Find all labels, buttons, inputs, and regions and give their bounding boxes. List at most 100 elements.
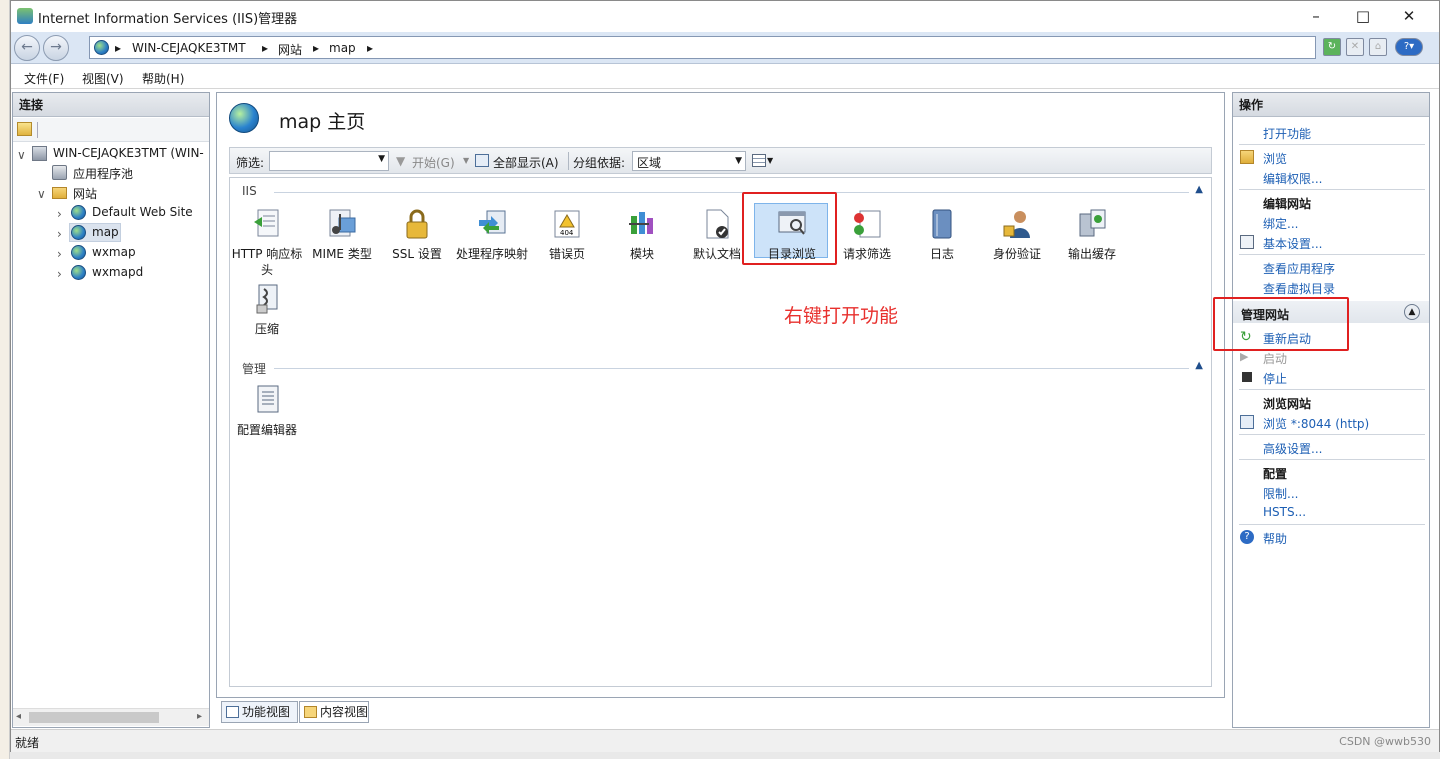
dropdown-arrow-icon[interactable]: ▼ xyxy=(735,156,742,166)
feature-handler-mappings[interactable]: 处理程序映射 xyxy=(455,208,529,262)
horizontal-scrollbar[interactable]: ◂ ▸ xyxy=(13,708,209,726)
breadcrumb-map[interactable]: map xyxy=(329,41,356,55)
collapse-section-icon[interactable]: ▲ xyxy=(1195,184,1203,195)
collapse-circle-icon[interactable]: ▲ xyxy=(1404,304,1420,320)
address-bar[interactable]: ▸ WIN-CEJAQKE3TMT ▸ 网站 ▸ map ▸ xyxy=(89,36,1316,59)
refresh-icon[interactable]: ↻ xyxy=(1323,38,1341,56)
expand-chevron-icon[interactable]: › xyxy=(57,267,62,281)
menu-view[interactable]: 视图(V) xyxy=(82,70,124,87)
filter-toolbar: 筛选: ▼ ▼ 开始(G) ▼ 全部显示(A) 分组依据: 区域 ▼ ▼ xyxy=(229,147,1212,174)
close-button[interactable]: ✕ xyxy=(1386,1,1432,32)
globe-icon xyxy=(94,40,109,55)
scroll-left-arrow-icon[interactable]: ◂ xyxy=(16,711,21,722)
breadcrumb-sites[interactable]: 网站 xyxy=(278,41,302,58)
back-button[interactable]: ← xyxy=(14,35,40,61)
globe-icon xyxy=(71,225,86,240)
feature-configuration-editor[interactable]: 配置编辑器 xyxy=(230,384,304,438)
feature-authentication[interactable]: 身份验证 xyxy=(980,208,1054,262)
tree-sites[interactable]: 网站 xyxy=(73,185,97,202)
mime-types-icon xyxy=(327,208,357,240)
menu-help[interactable]: 帮助(H) xyxy=(142,70,184,87)
action-stop[interactable]: 停止 xyxy=(1263,370,1287,387)
section-iis: IIS xyxy=(242,184,257,198)
maximize-button[interactable]: □ xyxy=(1340,1,1386,32)
action-view-virtual-dirs[interactable]: 查看虚拟目录 xyxy=(1263,280,1335,297)
menu-file[interactable]: 文件(F) xyxy=(24,70,64,87)
scroll-thumb[interactable] xyxy=(29,712,159,723)
collapse-section-icon[interactable]: ▲ xyxy=(1195,360,1203,371)
action-limits[interactable]: 限制... xyxy=(1263,485,1298,502)
feature-compression[interactable]: 压缩 xyxy=(230,283,304,337)
feature-output-caching[interactable]: 输出缓存 xyxy=(1055,208,1129,262)
action-advanced-settings[interactable]: 高级设置... xyxy=(1263,440,1322,457)
manage-site-highlight-box xyxy=(1213,297,1349,351)
dropdown-arrow-icon[interactable]: ▼ xyxy=(767,156,773,165)
tree-site-wxmap[interactable]: wxmap xyxy=(92,245,136,259)
filter-input[interactable]: ▼ xyxy=(269,151,389,171)
feature-modules[interactable]: 模块 xyxy=(605,208,679,262)
modules-icon xyxy=(627,208,657,240)
action-bindings[interactable]: 绑定... xyxy=(1263,215,1298,232)
scroll-right-arrow-icon[interactable]: ▸ xyxy=(197,711,202,722)
action-browse[interactable]: 浏览 xyxy=(1263,150,1287,167)
toolbar-divider xyxy=(568,152,569,170)
address-row: ← → ▸ WIN-CEJAQKE3TMT ▸ 网站 ▸ map ▸ ↻ ✕ ⌂… xyxy=(11,32,1439,64)
connections-toolbar xyxy=(13,118,209,142)
default-document-icon xyxy=(702,208,732,240)
request-filtering-icon xyxy=(852,208,882,240)
home-icon[interactable]: ⌂ xyxy=(1369,38,1387,56)
show-all-button[interactable]: 全部显示(A) xyxy=(493,154,559,171)
collapse-chevron-icon[interactable]: ∨ xyxy=(37,187,46,201)
play-icon: ▶ xyxy=(1240,350,1249,363)
action-help[interactable]: 帮助 xyxy=(1263,530,1287,547)
tree-site-wxmapd[interactable]: wxmapd xyxy=(92,265,143,279)
action-open-feature[interactable]: 打开功能 xyxy=(1263,125,1311,142)
connect-icon[interactable] xyxy=(17,122,32,136)
help-icon[interactable]: ?▾ xyxy=(1395,38,1423,56)
status-text: 就绪 xyxy=(15,736,40,750)
dropdown-arrow-icon[interactable]: ▼ xyxy=(378,154,385,164)
tree-site-default[interactable]: Default Web Site xyxy=(92,205,193,219)
feature-error-pages[interactable]: 404 错误页 xyxy=(530,208,604,262)
group-by-select[interactable]: 区域 ▼ xyxy=(632,151,746,171)
expand-chevron-icon[interactable]: › xyxy=(57,227,62,241)
dropdown-arrow-icon[interactable]: ▼ xyxy=(463,156,469,165)
iis-app-icon xyxy=(17,8,33,24)
tree-server[interactable]: WIN-CEJAQKE3TMT (WIN- xyxy=(53,146,204,160)
action-view-applications[interactable]: 查看应用程序 xyxy=(1263,260,1335,277)
group-by-value: 区域 xyxy=(637,156,662,170)
expand-chevron-icon[interactable]: › xyxy=(57,207,62,221)
feature-ssl-settings[interactable]: SSL 设置 xyxy=(380,208,454,262)
tab-content-view[interactable]: 内容视图 xyxy=(299,701,369,723)
feature-logging[interactable]: 日志 xyxy=(905,208,979,262)
title-bar: Internet Information Services (IIS)管理器 –… xyxy=(11,1,1439,32)
start-button[interactable]: 开始(G) xyxy=(412,154,455,171)
action-hsts[interactable]: HSTS... xyxy=(1263,505,1306,519)
action-browse-port[interactable]: 浏览 *:8044 (http) xyxy=(1263,415,1369,432)
feature-http-response-headers[interactable]: HTTP 响应标头 xyxy=(230,208,304,278)
actions-divider xyxy=(1239,189,1425,190)
tree-app-pools[interactable]: 应用程序池 xyxy=(73,165,133,182)
content-view-icon xyxy=(304,706,317,718)
actions-divider xyxy=(1239,254,1425,255)
feature-mime-types[interactable]: MIME 类型 xyxy=(305,208,379,262)
minimize-button[interactable]: – xyxy=(1293,1,1339,32)
action-basic-settings[interactable]: 基本设置... xyxy=(1263,235,1322,252)
expand-chevron-icon[interactable]: › xyxy=(57,247,62,261)
section-divider xyxy=(274,192,1189,193)
feature-request-filtering[interactable]: 请求筛选 xyxy=(830,208,904,262)
stop-icon[interactable]: ✕ xyxy=(1346,38,1364,56)
forward-button[interactable]: → xyxy=(43,35,69,61)
authentication-icon xyxy=(1002,208,1032,240)
help-circle-icon: ? xyxy=(1240,530,1254,544)
action-start[interactable]: 启动 xyxy=(1263,350,1287,367)
action-edit-permissions[interactable]: 编辑权限... xyxy=(1263,170,1322,187)
view-tabs: 功能视图 内容视图 xyxy=(216,701,1225,725)
settings-icon xyxy=(1240,235,1254,249)
collapse-chevron-icon[interactable]: ∨ xyxy=(17,148,26,162)
breadcrumb-server[interactable]: WIN-CEJAQKE3TMT xyxy=(132,41,246,55)
tab-features-view[interactable]: 功能视图 xyxy=(221,701,298,723)
globe-icon xyxy=(71,265,86,280)
tree-site-map[interactable]: map xyxy=(92,225,119,239)
view-mode-icon[interactable] xyxy=(752,154,766,167)
